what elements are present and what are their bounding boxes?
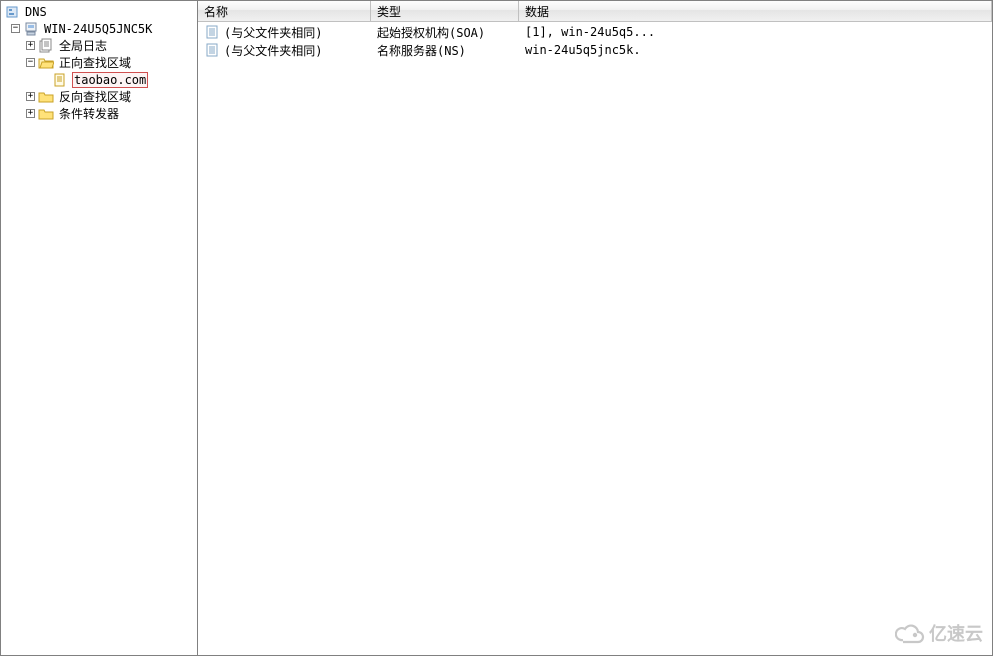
tree-cond-forwarders[interactable]: + 条件转发器 xyxy=(1,105,197,122)
record-icon xyxy=(204,42,220,58)
zone-icon xyxy=(53,72,69,88)
cell-data: [1], win-24u5q5... xyxy=(519,25,661,39)
cell-type: 名称服务器(NS) xyxy=(371,42,519,59)
tree-zone-taobao-label: taobao.com xyxy=(72,72,148,88)
cell-name-text: (与父文件夹相同) xyxy=(224,24,322,41)
collapse-icon[interactable]: − xyxy=(26,58,35,67)
list-body[interactable]: (与父文件夹相同) 起始授权机构(SOA) [1], win-24u5q5... xyxy=(198,22,992,655)
list-panel: 名称 类型 数据 (与父文件夹相同) xyxy=(198,1,992,655)
window: DNS − WIN-24U5Q5JNC5K + xyxy=(0,0,993,656)
tree-forward-zone-label: 正向查找区域 xyxy=(57,53,133,72)
tree-forward-zone[interactable]: − 正向查找区域 xyxy=(1,54,197,71)
tree-root-dns[interactable]: DNS xyxy=(1,3,197,20)
expand-icon[interactable]: + xyxy=(26,92,35,101)
dns-icon xyxy=(4,4,20,20)
tree-panel[interactable]: DNS − WIN-24U5Q5JNC5K + xyxy=(1,1,198,655)
cell-type: 起始授权机构(SOA) xyxy=(371,24,519,41)
folder-icon xyxy=(38,89,54,105)
tree-cond-forwarders-label: 条件转发器 xyxy=(57,104,121,123)
log-icon xyxy=(38,38,54,54)
col-data[interactable]: 数据 xyxy=(519,1,992,22)
collapse-icon[interactable]: − xyxy=(11,24,20,33)
tree-global-log[interactable]: + 全局日志 xyxy=(1,37,197,54)
tree-server[interactable]: − WIN-24U5Q5JNC5K xyxy=(1,20,197,37)
cell-name: (与父文件夹相同) xyxy=(198,24,371,41)
folder-open-icon xyxy=(38,55,54,71)
cell-name: (与父文件夹相同) xyxy=(198,42,371,59)
list-row[interactable]: (与父文件夹相同) 名称服务器(NS) win-24u5q5jnc5k. xyxy=(198,41,992,59)
record-icon xyxy=(204,24,220,40)
tree-reverse-zone[interactable]: + 反向查找区域 xyxy=(1,88,197,105)
server-icon xyxy=(23,21,39,37)
cell-name-text: (与父文件夹相同) xyxy=(224,42,322,59)
col-type[interactable]: 类型 xyxy=(371,1,519,22)
list-header: 名称 类型 数据 xyxy=(198,1,992,22)
list-row[interactable]: (与父文件夹相同) 起始授权机构(SOA) [1], win-24u5q5... xyxy=(198,23,992,41)
folder-icon xyxy=(38,106,54,122)
tree-zone-taobao[interactable]: taobao.com xyxy=(1,71,197,88)
tree-server-label: WIN-24U5Q5JNC5K xyxy=(42,21,154,37)
tree-root-label: DNS xyxy=(23,4,49,20)
col-name[interactable]: 名称 xyxy=(198,1,371,22)
cell-data: win-24u5q5jnc5k. xyxy=(519,43,647,57)
expand-icon[interactable]: + xyxy=(26,41,35,50)
expand-icon[interactable]: + xyxy=(26,109,35,118)
